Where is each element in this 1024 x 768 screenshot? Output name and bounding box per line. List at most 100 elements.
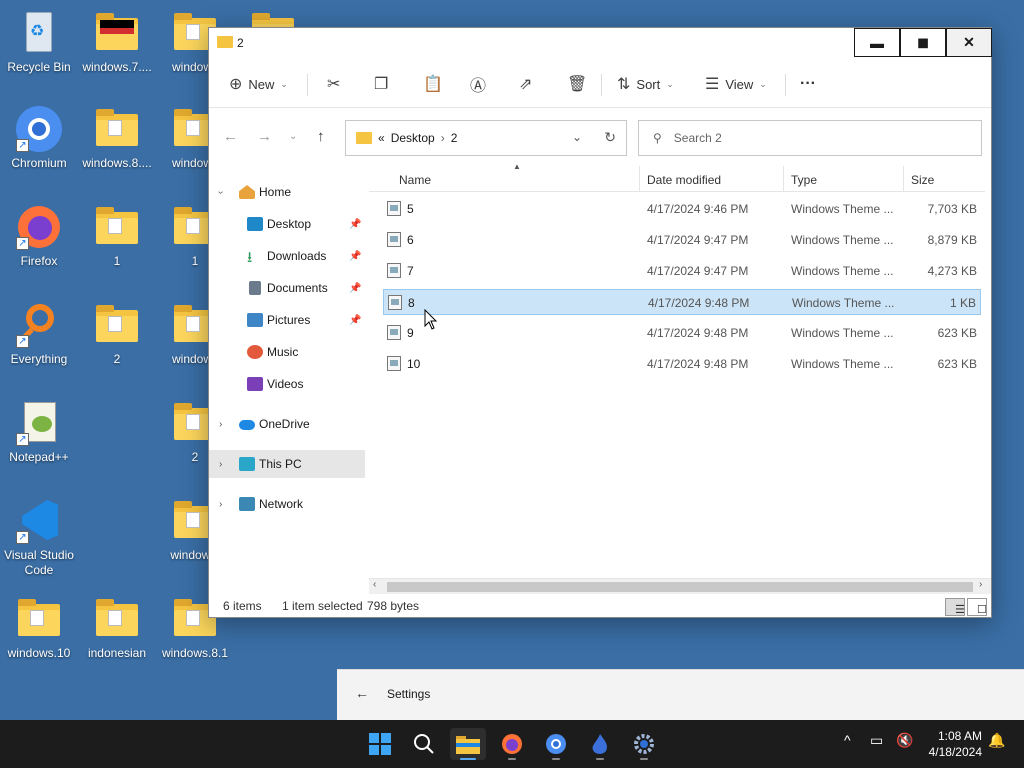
desktop-icon-indonesian[interactable]: indonesian xyxy=(78,596,156,661)
chevron-expanded-icon[interactable]: › xyxy=(215,190,226,193)
view-button[interactable]: ☰ View ⌄ xyxy=(705,64,767,104)
breadcrumb-current[interactable]: 2 xyxy=(451,131,458,145)
delete-button[interactable]: 🗑 xyxy=(567,64,587,104)
cell-type: Windows Theme ... xyxy=(791,264,894,278)
folder-icon xyxy=(217,36,233,48)
home-icon xyxy=(239,185,255,199)
address-bar[interactable]: « Desktop › 2 ⌄ ↻ xyxy=(345,120,627,156)
desktop-icon-firefox[interactable]: ↗ Firefox xyxy=(0,204,78,269)
desktop-icon-windows7[interactable]: windows.7.... xyxy=(78,10,156,75)
system-clock[interactable]: 1:08 AM 4/18/2024 xyxy=(929,728,982,760)
sort-button[interactable]: ⇅ Sort ⌄ xyxy=(617,64,674,104)
taskbar-settings[interactable] xyxy=(626,728,662,760)
column-header-date[interactable]: Date modified xyxy=(647,173,721,187)
column-header-name[interactable]: Name xyxy=(399,173,431,187)
title-bar[interactable]: 2 ▬ ◼ ✕ xyxy=(209,28,992,58)
chevron-right-icon[interactable]: › xyxy=(219,499,222,510)
rename-button[interactable]: Ⓐ xyxy=(470,64,486,104)
horizontal-scrollbar[interactable]: ‹ › xyxy=(369,578,991,594)
forward-arrow-icon[interactable]: → xyxy=(257,128,272,145)
desktop-icon-folder-1[interactable]: 1 xyxy=(78,204,156,269)
paste-button[interactable]: 📋 xyxy=(423,64,443,104)
selection-count: 1 item selected xyxy=(282,599,363,613)
column-header-type[interactable]: Type xyxy=(791,173,817,187)
search-box[interactable]: ⚲ Search 2 xyxy=(638,120,982,156)
nav-item-desktop[interactable]: Desktop 📌 xyxy=(209,210,365,238)
network-status-icon[interactable]: ▭ xyxy=(870,732,883,749)
desktop-icon-recycle-bin[interactable]: ♻ Recycle Bin xyxy=(0,10,78,75)
trash-icon: 🗑 xyxy=(567,76,588,93)
taskbar-firefox[interactable] xyxy=(494,728,530,760)
nav-label: This PC xyxy=(259,457,302,471)
nav-item-music[interactable]: Music xyxy=(209,338,365,366)
scrollbar-thumb[interactable] xyxy=(387,582,973,592)
folder-icon xyxy=(356,132,372,144)
pin-icon: 📌 xyxy=(349,282,362,294)
desktop-icon-windows8[interactable]: windows.8.... xyxy=(78,106,156,171)
desktop-icon-folder-2[interactable]: 2 xyxy=(78,302,156,367)
address-overflow[interactable]: « xyxy=(378,131,385,145)
close-button[interactable]: ✕ xyxy=(946,28,992,57)
desktop-icon-windows10[interactable]: windows.10 xyxy=(0,596,78,661)
minimize-button[interactable]: ▬ xyxy=(854,28,900,57)
table-row[interactable]: 6 4/17/2024 9:47 PM Windows Theme ... 8,879… xyxy=(383,227,981,253)
chevron-right-icon[interactable]: › xyxy=(219,419,222,430)
see-more-button[interactable]: ··· xyxy=(800,64,816,104)
table-row[interactable]: 10 4/17/2024 9:48 PM Windows Theme ... 623 … xyxy=(383,351,981,377)
table-row[interactable]: 8 4/17/2024 9:48 PM Windows Theme ... 1 KB xyxy=(383,289,981,315)
clock-date: 4/18/2024 xyxy=(928,745,982,759)
desktop-icon-chromium[interactable]: ↗ Chromium xyxy=(0,106,78,171)
share-button[interactable]: ⇗ xyxy=(519,64,532,104)
table-row[interactable]: 7 4/17/2024 9:47 PM Windows Theme ... 4,273… xyxy=(383,258,981,284)
desktop-icon-notepadpp[interactable]: ↗ Notepad++ xyxy=(0,400,78,465)
cell-date: 4/17/2024 9:48 PM xyxy=(647,326,749,340)
taskbar-chromium[interactable] xyxy=(538,728,574,760)
nav-item-videos[interactable]: Videos xyxy=(209,370,365,398)
show-hidden-icons-chevron-icon[interactable]: ^ xyxy=(844,732,851,748)
maximize-button[interactable]: ◼ xyxy=(900,28,946,57)
chevron-down-icon[interactable]: ⌄ xyxy=(572,130,582,144)
new-button[interactable]: ⊕ New ⌄ xyxy=(229,64,288,104)
recent-locations-chevron-icon[interactable]: ⌄ xyxy=(289,131,297,142)
column-header-size[interactable]: Size xyxy=(911,173,934,187)
large-icons-view-button[interactable]: ☐ xyxy=(967,598,987,616)
back-arrow-icon[interactable]: ← xyxy=(223,128,238,145)
volume-muted-icon[interactable]: 🔇 xyxy=(896,732,913,749)
search-button[interactable] xyxy=(406,728,442,760)
column-divider[interactable] xyxy=(903,166,904,192)
back-arrow-icon[interactable]: ← xyxy=(355,685,369,701)
nav-item-pictures[interactable]: Pictures 📌 xyxy=(209,306,365,334)
settings-title: Settings xyxy=(387,687,431,701)
scroll-left-icon[interactable]: ‹ xyxy=(373,579,376,590)
nav-item-this-pc[interactable]: › This PC xyxy=(209,450,365,478)
table-row[interactable]: 5 4/17/2024 9:46 PM Windows Theme ... 7,703… xyxy=(383,196,981,222)
running-indicator xyxy=(508,758,516,760)
nav-item-downloads[interactable]: ⭳ Downloads 📌 xyxy=(209,242,365,270)
taskbar-app[interactable] xyxy=(582,728,618,760)
desktop-icon-label: Everything xyxy=(10,352,68,366)
column-divider[interactable] xyxy=(639,166,640,192)
nav-item-network[interactable]: › Network xyxy=(209,490,365,518)
details-view-button[interactable]: ☰ xyxy=(945,598,965,616)
computer-icon xyxy=(239,457,255,471)
column-divider[interactable] xyxy=(783,166,784,192)
nav-item-onedrive[interactable]: › OneDrive xyxy=(209,410,365,438)
settings-window[interactable]: ← Settings xyxy=(337,669,1024,720)
cut-button[interactable]: ✂ xyxy=(327,64,340,104)
table-row[interactable]: 9 4/17/2024 9:48 PM Windows Theme ... 623 K… xyxy=(383,320,981,346)
desktop-icon-everything[interactable]: ↗ Everything xyxy=(0,302,78,367)
nav-item-home[interactable]: › Home xyxy=(209,178,365,206)
taskbar-file-explorer[interactable] xyxy=(450,728,486,760)
up-arrow-icon[interactable]: ↑ xyxy=(317,128,325,145)
cell-date: 4/17/2024 9:48 PM xyxy=(647,357,749,371)
scroll-right-icon[interactable]: › xyxy=(979,579,982,590)
notification-bell-icon[interactable]: 🔔 xyxy=(988,732,1005,749)
breadcrumb-desktop[interactable]: Desktop xyxy=(391,131,435,145)
start-button[interactable] xyxy=(362,728,398,760)
chevron-right-icon[interactable]: › xyxy=(219,459,222,470)
zip-folder-icon xyxy=(94,106,140,152)
copy-button[interactable]: ❐ xyxy=(374,64,388,104)
nav-item-documents[interactable]: Documents 📌 xyxy=(209,274,365,302)
desktop-icon-vscode[interactable]: ↗ Visual Studio Code xyxy=(0,498,78,578)
refresh-icon[interactable]: ↻ xyxy=(604,129,616,146)
